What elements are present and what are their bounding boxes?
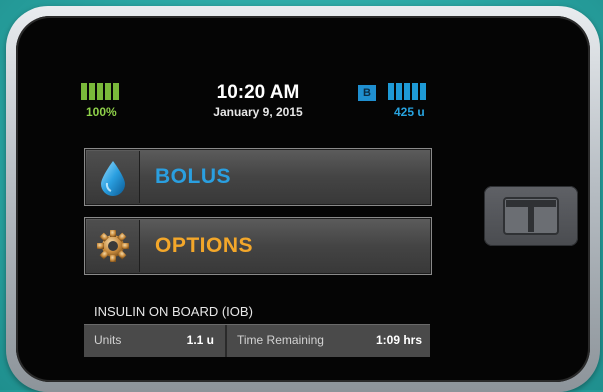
status-bar: 100% 10:20 AM January 9, 2015 B 425 u [72,72,444,132]
water-drop-icon [87,151,140,203]
iob-units-cell: Units 1.1 u [84,325,224,357]
bolus-label: BOLUS [155,165,231,188]
bluetooth-badge: B [358,85,376,101]
bolus-button[interactable]: BOLUS [84,148,432,206]
insulin-units-remaining: 425 u [394,105,425,119]
gear-icon [87,220,140,272]
t-logo-button[interactable] [484,186,578,246]
iob-row: Units 1.1 u Time Remaining 1:09 hrs [84,324,430,357]
options-button[interactable]: OPTIONS [84,217,432,275]
clock-date: January 9, 2015 [213,105,303,119]
options-label: OPTIONS [155,234,254,257]
iob-units-label: Units [94,333,122,347]
iob-time-label: Time Remaining [237,333,324,347]
touch-screen: 100% 10:20 AM January 9, 2015 B 425 u BO… [72,72,444,358]
iob-title: INSULIN ON BOARD (IOB) [94,304,253,319]
iob-time-cell: Time Remaining 1:09 hrs [225,325,432,357]
device-face: 100% 10:20 AM January 9, 2015 B 425 u BO… [16,16,590,382]
insulin-pump-device: 100% 10:20 AM January 9, 2015 B 425 u BO… [6,6,600,392]
insulin-reservoir-icon [388,83,426,100]
iob-units-value: 1.1 u [186,333,214,347]
iob-time-value: 1:09 hrs [375,333,422,347]
